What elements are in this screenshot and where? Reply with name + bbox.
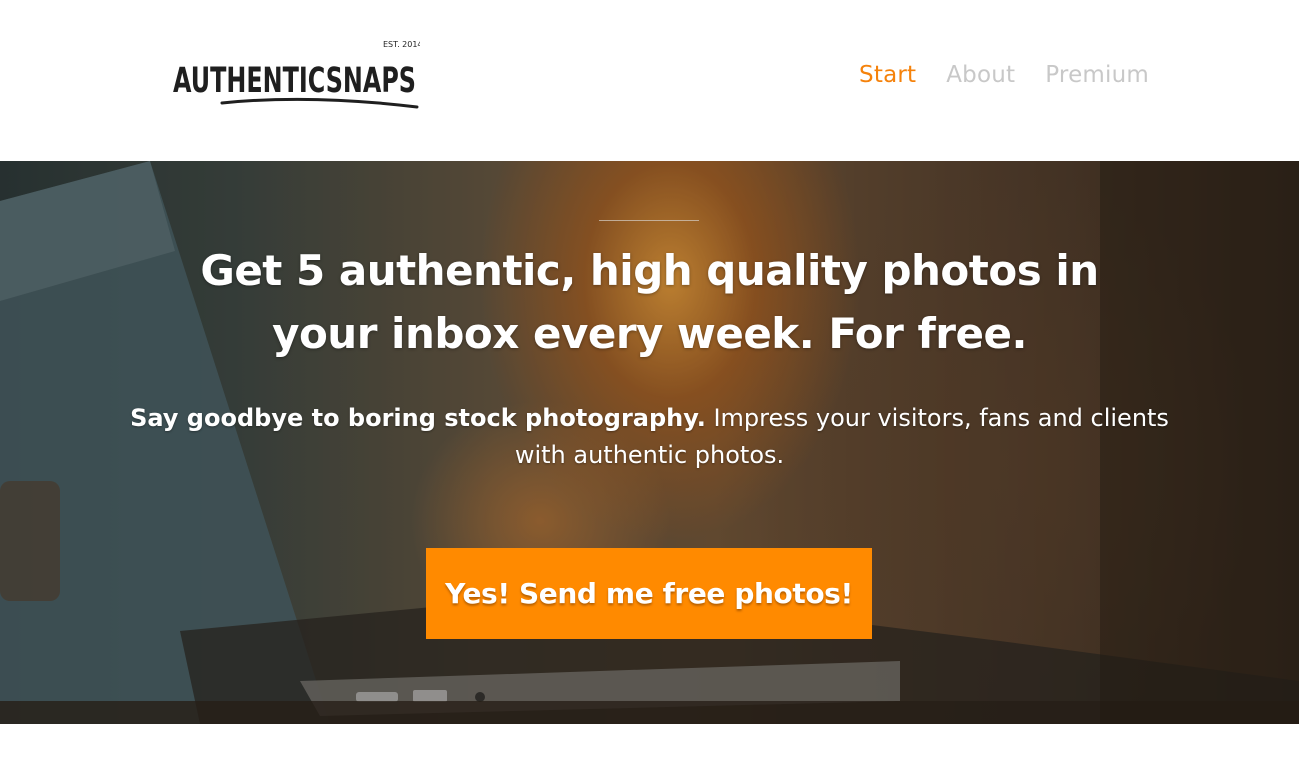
hero-headline: Get 5 authentic, high quality photos in … [200, 246, 1099, 358]
send-free-photos-button[interactable]: Yes! Send me free photos! [426, 548, 872, 639]
site-header: EST. 2014 AUTHENTICSNAPS Start About Pre… [0, 0, 1299, 161]
logo-est-label: EST. 2014 [383, 40, 420, 49]
hero-subline-bold: Say goodbye to boring stock photography. [130, 404, 706, 432]
brand-logo[interactable]: EST. 2014 AUTHENTICSNAPS [170, 36, 420, 116]
hero-section: Get 5 authentic, high quality photos in … [0, 161, 1299, 724]
main-nav: Start About Premium [859, 62, 1149, 88]
hero-divider [599, 220, 699, 221]
brand-logo-mark: EST. 2014 AUTHENTICSNAPS [173, 40, 420, 109]
logo-wordmark: AUTHENTICSNAPS [173, 61, 416, 101]
hero-subline: Say goodbye to boring stock photography.… [130, 400, 1169, 474]
nav-premium[interactable]: Premium [1045, 62, 1149, 88]
nav-start[interactable]: Start [859, 62, 916, 88]
nav-about[interactable]: About [946, 62, 1015, 88]
